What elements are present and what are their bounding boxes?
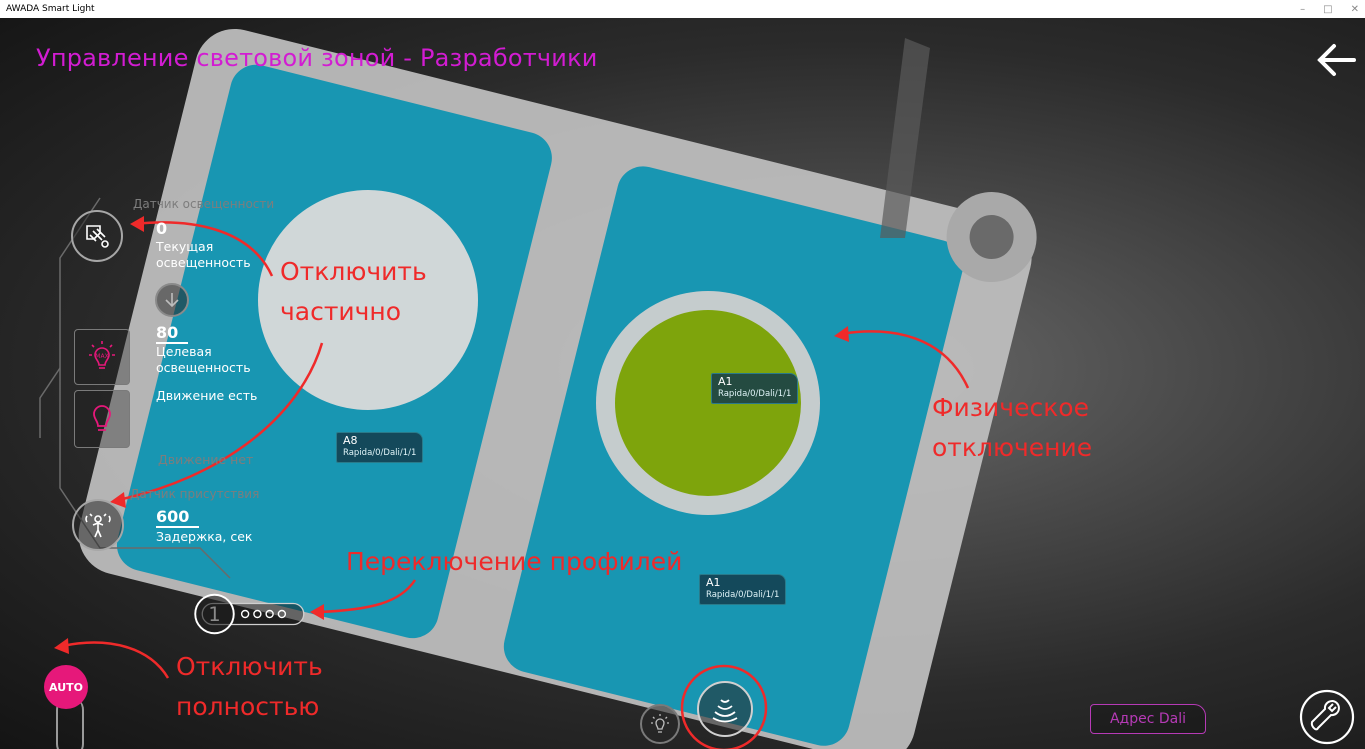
fixture-name: A1 <box>718 375 733 388</box>
arrow-left-icon <box>1317 44 1356 76</box>
fixture-address: Rapida/0/Dali/1/1 <box>343 448 417 458</box>
fixture-address: Rapida/0/Dali/1/1 <box>706 590 780 600</box>
lux-down-button[interactable] <box>155 283 189 317</box>
light-sensor-icon <box>86 225 109 248</box>
page-title: Управление световой зоной - Разработчики <box>36 44 598 72</box>
maximize-button[interactable]: □ <box>1323 4 1332 15</box>
minimize-button[interactable]: – <box>1300 4 1305 15</box>
delay-label: Задержка, сек <box>156 529 253 544</box>
arrowhead-5 <box>54 638 69 654</box>
dali-address-button[interactable]: Адрес Dali <box>1090 704 1206 734</box>
annotation-full-off-line-1: Отключить <box>176 652 323 681</box>
settings-button[interactable] <box>1298 688 1356 746</box>
annotation-physical-off-line-1: Физическое <box>932 393 1089 422</box>
fixture-address: Rapida/0/Dali/1/1 <box>718 389 792 399</box>
annotation-physical-off-line-2: отключение <box>932 433 1093 462</box>
bulb-max-icon: MAX <box>89 341 115 369</box>
max-icon-text: MAX <box>95 353 108 360</box>
profile-current: 1 <box>208 603 220 626</box>
fixture-name: A8 <box>343 434 358 447</box>
fixture-name: A1 <box>706 576 721 589</box>
fixture-tag-a1-bottom[interactable]: A1 Rapida/0/Dali/1/1 <box>699 574 787 605</box>
auto-button[interactable]: AUTO <box>44 665 88 709</box>
presence-sensor-label: Датчик присутствия <box>130 487 260 501</box>
bulb-outline-icon <box>651 714 669 733</box>
sensor-waves-icon <box>712 699 738 723</box>
bulb-icon <box>93 405 111 431</box>
presence-sensor-icon <box>85 513 111 538</box>
window-controls: – □ ✕ <box>1300 0 1359 18</box>
bulb-button[interactable] <box>74 390 130 448</box>
motion-no-label: Движение нет <box>158 452 254 467</box>
target-lux-label-2: освещенность <box>156 360 251 375</box>
annotation-partial-off: Отключить частично <box>280 255 427 329</box>
presence-sensor-button[interactable] <box>72 499 124 551</box>
window-titlebar: AWADA Smart Light – □ ✕ <box>0 0 1365 18</box>
window-title: AWADA Smart Light <box>6 4 95 14</box>
floor-plan <box>54 28 1037 749</box>
annotation-partial-off-line-1: Отключить <box>280 257 427 286</box>
light-sensor-button[interactable] <box>71 210 123 262</box>
annotation-full-off: Отключить полностью <box>176 650 323 724</box>
fixture-tag-a8[interactable]: A8 Rapida/0/Dali/1/1 <box>336 432 424 463</box>
current-lux-label-1: Текущая <box>156 239 214 254</box>
target-lux-value[interactable]: 80 <box>156 323 189 344</box>
current-lux-label-2: освещенность <box>156 255 251 270</box>
annotation-profile-switch: Переключение профилей <box>346 547 683 576</box>
annotation-physical-off: Физическое отключение <box>932 391 1092 465</box>
motion-yes-label: Движение есть <box>156 388 258 403</box>
presence-mode-button[interactable] <box>697 681 753 737</box>
light-toggle-button[interactable] <box>640 704 680 744</box>
back-button[interactable] <box>1314 40 1358 80</box>
arrowhead-1 <box>130 216 144 232</box>
close-window-button[interactable]: ✕ <box>1351 4 1359 15</box>
max-light-button[interactable]: MAX <box>74 329 130 385</box>
arrow-down-icon <box>165 293 179 308</box>
annotation-full-off-line-2: полностью <box>176 692 320 721</box>
target-lux-label-1: Целевая <box>156 344 212 359</box>
wrench-icon <box>1299 689 1355 745</box>
delay-value[interactable]: 600 <box>156 507 200 528</box>
profile-switch[interactable]: 1 <box>176 593 316 635</box>
current-lux-value: 0 <box>156 219 168 238</box>
light-sensor-label: Датчик освещенности <box>133 197 275 211</box>
fixture-tag-a1-top[interactable]: A1 Rapida/0/Dali/1/1 <box>711 373 799 404</box>
zone-stage: Управление световой зоной - Разработчики… <box>0 18 1365 749</box>
annotation-partial-off-line-2: частично <box>280 297 402 326</box>
